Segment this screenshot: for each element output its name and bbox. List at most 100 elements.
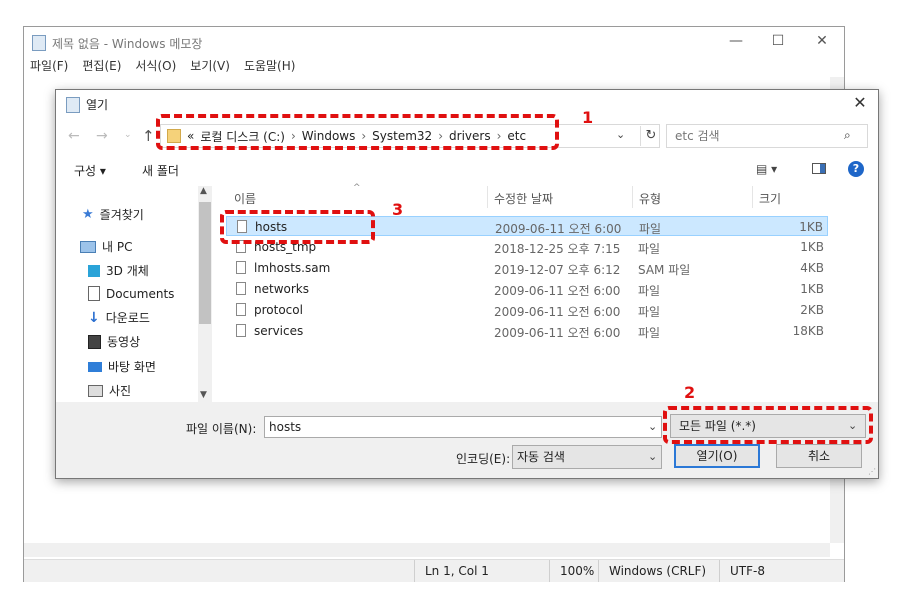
new-folder-button[interactable]: 새 폴더 [142, 162, 179, 179]
column-divider[interactable] [632, 186, 633, 208]
scroll-down-icon[interactable]: ▼ [200, 390, 207, 400]
recent-locations-icon[interactable]: ⌄ [124, 130, 132, 140]
computer-icon [80, 240, 96, 253]
file-icon [236, 282, 246, 295]
file-date: 2018-12-25 오후 7:15 [494, 242, 621, 256]
file-date: 2009-06-11 오전 6:00 [494, 284, 621, 298]
search-icon[interactable]: ⌕ [844, 128, 851, 143]
file-type: SAM 파일 [638, 263, 691, 277]
menu-edit[interactable]: 편집(E) [82, 57, 121, 74]
menu-help[interactable]: 도움말(H) [244, 57, 296, 74]
menu-view[interactable]: 보기(V) [190, 57, 230, 74]
scroll-up-icon[interactable]: ▲ [200, 186, 207, 196]
notepad-status-bar: Ln 1, Col 1 100% Windows (CRLF) UTF-8 [24, 559, 844, 582]
file-row[interactable]: networks 2009-06-11 오전 6:00 파일 1KB [226, 279, 828, 299]
annotation-box-address [156, 114, 559, 150]
refresh-icon[interactable]: ↻ [640, 126, 661, 146]
column-header-date[interactable]: 수정한 날짜 [494, 190, 553, 207]
sidebar-item-3d-objects[interactable]: 3D 개체 [88, 262, 149, 279]
file-size: 4KB [800, 261, 824, 275]
sidebar-item-label: 다운로드 [105, 311, 150, 325]
file-row[interactable]: lmhosts.sam 2019-12-07 오후 6:12 SAM 파일 4KB [226, 258, 828, 278]
back-arrow-icon[interactable]: ← [68, 128, 80, 144]
status-position: Ln 1, Col 1 [414, 560, 549, 582]
menu-format[interactable]: 서식(O) [135, 57, 176, 74]
organize-button[interactable]: 구성 ▾ [74, 162, 106, 179]
column-divider[interactable] [487, 186, 488, 208]
search-input[interactable]: etc 검색 [666, 124, 868, 148]
document-icon [88, 286, 100, 301]
file-size: 1KB [799, 220, 823, 234]
notepad-title: 제목 없음 - Windows 메모장 [52, 36, 203, 51]
column-header-size[interactable]: 크기 [759, 190, 781, 207]
notepad-icon [32, 35, 46, 51]
file-row[interactable]: services 2009-06-11 오전 6:00 파일 18KB [226, 321, 828, 341]
desktop-icon [88, 361, 102, 372]
sidebar-item-documents[interactable]: Documents [88, 286, 174, 301]
file-date: 2009-06-11 오전 6:00 [494, 305, 621, 319]
sidebar-item-label: 내 PC [102, 240, 133, 254]
file-size: 1KB [800, 240, 824, 254]
annotation-number-2: 2 [684, 383, 696, 402]
view-options-button[interactable]: ▤ ▾ [756, 162, 777, 176]
sidebar-item-label: 즐겨찾기 [99, 208, 144, 222]
sidebar-item-pictures[interactable]: 사진 [88, 382, 131, 399]
nav-pane-scroll-thumb[interactable] [199, 202, 211, 324]
up-arrow-icon[interactable]: ↑ [142, 127, 155, 145]
sidebar-item-favorites[interactable]: ★ 즐겨찾기 [82, 206, 144, 223]
filename-input[interactable]: hosts [264, 416, 662, 438]
menu-file[interactable]: 파일(F) [30, 57, 68, 74]
encoding-select[interactable]: 자동 검색 [512, 445, 662, 469]
annotation-box-filetype [663, 406, 873, 444]
open-button[interactable]: 열기(O) [674, 444, 760, 468]
file-type: 파일 [638, 326, 661, 340]
sidebar-item-label: 동영상 [107, 335, 141, 349]
cube-icon [88, 264, 100, 277]
sidebar-item-downloads[interactable]: ↓ 다운로드 [88, 309, 150, 326]
file-type: 파일 [638, 305, 661, 319]
encoding-label: 인코딩(E): [456, 452, 511, 466]
file-date: 2009-06-11 오전 6:00 [494, 326, 621, 340]
download-icon: ↓ [88, 309, 100, 326]
close-button[interactable]: ✕ [810, 31, 834, 51]
dialog-close-button[interactable]: ✕ [848, 92, 872, 114]
file-icon [236, 261, 246, 274]
file-row[interactable]: protocol 2009-06-11 오전 6:00 파일 2KB [226, 300, 828, 320]
file-name: services [254, 324, 304, 338]
column-header-name[interactable]: 이름 [234, 190, 256, 207]
dialog-title-bar: 열기 [66, 96, 108, 113]
notepad-menu-bar: 파일(F) 편집(E) 서식(O) 보기(V) 도움말(H) [30, 57, 295, 74]
cancel-button[interactable]: 취소 [776, 444, 862, 468]
filename-label: 파일 이름(N): [186, 422, 257, 436]
resize-grip-icon[interactable]: ⋰ [868, 467, 876, 476]
file-size: 18KB [792, 324, 824, 338]
star-icon: ★ [82, 207, 94, 222]
help-icon[interactable]: ? [848, 161, 864, 177]
video-icon [88, 334, 101, 349]
column-header-type[interactable]: 유형 [639, 190, 661, 207]
sidebar-item-this-pc[interactable]: 내 PC [80, 238, 132, 255]
status-spacer [24, 560, 414, 582]
sidebar-item-label: Documents [106, 286, 175, 301]
annotation-box-hosts [220, 210, 375, 244]
sidebar-item-desktop[interactable]: 바탕 화면 [88, 358, 156, 375]
file-date: 2009-06-11 오전 6:00 [495, 222, 622, 236]
file-type: 파일 [638, 284, 661, 298]
chevron-down-icon[interactable]: ⌄ [648, 420, 657, 433]
chevron-down-icon[interactable]: ⌄ [648, 450, 657, 463]
file-type: 파일 [638, 242, 661, 256]
notepad-title-bar: 제목 없음 - Windows 메모장 [32, 33, 202, 53]
file-size: 1KB [800, 282, 824, 296]
file-name: protocol [254, 303, 303, 317]
maximize-button[interactable]: ☐ [766, 31, 790, 51]
sidebar-item-label: 사진 [109, 384, 132, 398]
minimize-button[interactable]: — [724, 31, 748, 51]
notepad-horizontal-scrollbar[interactable] [24, 543, 830, 557]
file-type: 파일 [639, 222, 662, 236]
chevron-down-icon[interactable]: ⌄ [616, 128, 625, 141]
column-divider[interactable] [752, 186, 753, 208]
notepad-icon [66, 96, 80, 113]
forward-arrow-icon[interactable]: → [96, 128, 108, 144]
sidebar-item-videos[interactable]: 동영상 [88, 333, 140, 350]
preview-pane-icon[interactable] [812, 163, 826, 174]
